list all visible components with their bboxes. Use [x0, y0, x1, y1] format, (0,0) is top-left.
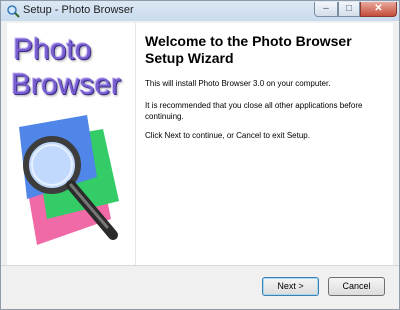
- magnifier-photos-icon: [19, 115, 119, 245]
- close-button[interactable]: ✕: [360, 2, 397, 17]
- brand-title-line1: Photo: [13, 33, 92, 66]
- install-info-text: This will install Photo Browser 3.0 on y…: [145, 79, 331, 88]
- brand-title-line2: Browser: [11, 68, 122, 101]
- cancel-button[interactable]: Cancel: [328, 277, 385, 296]
- wizard-heading: Welcome to the Photo Browser Setup Wizar…: [145, 33, 352, 66]
- next-button[interactable]: Next >: [262, 277, 319, 296]
- sidebar-divider: [135, 23, 136, 265]
- maximize-button[interactable]: □: [338, 2, 360, 17]
- minimize-button[interactable]: –: [314, 2, 338, 17]
- wizard-content: Photo Browser Welcome to the Photo Brows…: [7, 23, 393, 265]
- close-apps-text: It is recommended that you close all oth…: [145, 101, 363, 121]
- footer-divider: [1, 265, 399, 266]
- setup-app-icon: [7, 5, 20, 18]
- title-bar[interactable]: Setup - Photo Browser – □ ✕: [1, 1, 399, 21]
- wizard-sidebar: Photo Browser: [7, 23, 135, 265]
- continue-instruction-text: Click Next to continue, or Cancel to exi…: [145, 131, 310, 140]
- window-title: Setup - Photo Browser: [23, 4, 134, 16]
- setup-window: Setup - Photo Browser – □ ✕ Photo Browse…: [0, 0, 400, 310]
